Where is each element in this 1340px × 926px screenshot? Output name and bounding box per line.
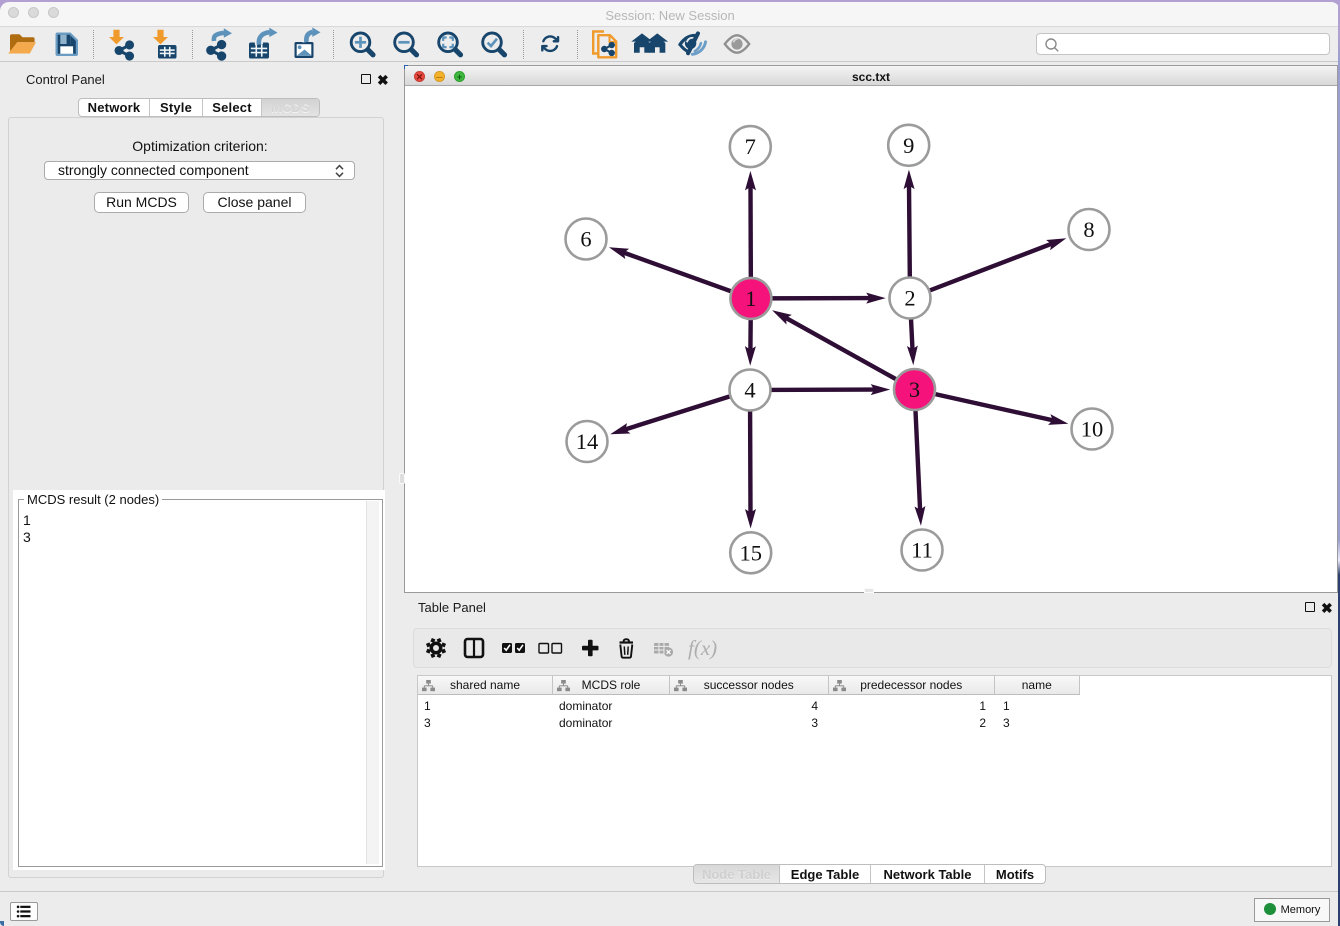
svg-text:8: 8 — [1083, 217, 1094, 242]
svg-text:14: 14 — [576, 429, 599, 454]
svg-text:10: 10 — [1081, 417, 1104, 442]
svg-text:7: 7 — [745, 134, 756, 159]
svg-text:2: 2 — [904, 286, 915, 311]
svg-text:15: 15 — [739, 540, 762, 565]
svg-text:6: 6 — [580, 227, 591, 252]
svg-text:f(x): f(x) — [688, 636, 717, 660]
svg-text:3: 3 — [909, 377, 920, 402]
svg-text:11: 11 — [911, 538, 933, 563]
svg-text:4: 4 — [744, 378, 755, 403]
svg-text:9: 9 — [903, 133, 914, 158]
svg-text:1: 1 — [745, 286, 756, 311]
